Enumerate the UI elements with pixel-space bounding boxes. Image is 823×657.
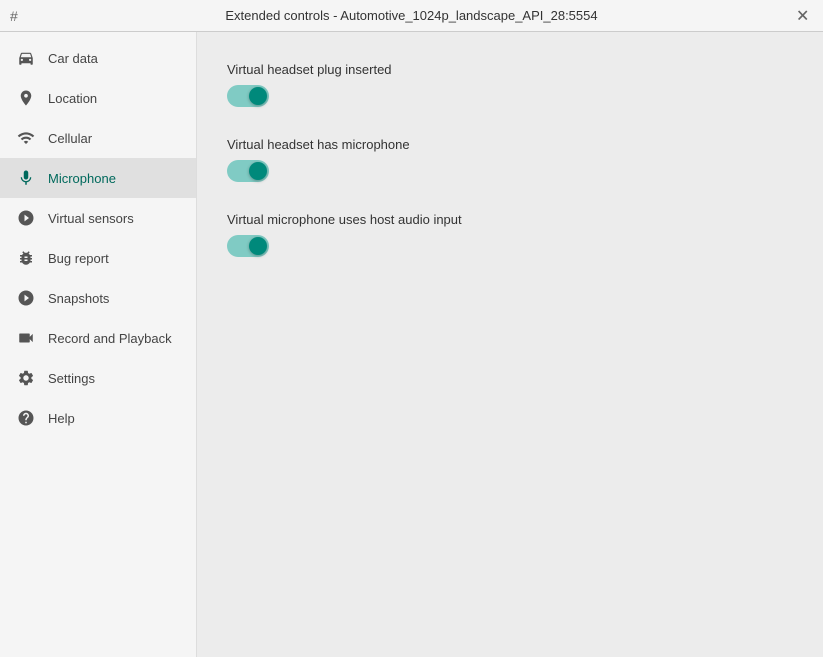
snapshots-icon (16, 288, 36, 308)
location-icon (16, 88, 36, 108)
microphone-icon (16, 168, 36, 188)
toggle-label-headset-plug: Virtual headset plug inserted (227, 62, 793, 77)
toggle-label-host-audio: Virtual microphone uses host audio input (227, 212, 793, 227)
sidebar-item-bug-report[interactable]: Bug report (0, 238, 196, 278)
toggle-switch-host-audio[interactable] (227, 235, 269, 257)
title-bar-title: Extended controls - Automotive_1024p_lan… (225, 8, 597, 23)
sidebar-label-location: Location (48, 91, 97, 106)
bug-icon (16, 248, 36, 268)
sidebar-label-help: Help (48, 411, 75, 426)
virtual-sensors-icon (16, 208, 36, 228)
sidebar-item-location[interactable]: Location (0, 78, 196, 118)
sidebar-item-record-playback[interactable]: Record and Playback (0, 318, 196, 358)
sidebar-item-car-data[interactable]: Car data (0, 38, 196, 78)
toggle-switch-headset-plug[interactable] (227, 85, 269, 107)
toggle-label-headset-mic: Virtual headset has microphone (227, 137, 793, 152)
sidebar-item-cellular[interactable]: Cellular (0, 118, 196, 158)
sidebar-label-virtual-sensors: Virtual sensors (48, 211, 134, 226)
sidebar-label-settings: Settings (48, 371, 95, 386)
settings-icon (16, 368, 36, 388)
sidebar-item-settings[interactable]: Settings (0, 358, 196, 398)
sidebar-label-cellular: Cellular (48, 131, 92, 146)
main-layout: Car data Location Cellular Microphone Virtua… (0, 32, 823, 657)
sidebar: Car data Location Cellular Microphone Virtua… (0, 32, 197, 657)
cellular-icon (16, 128, 36, 148)
content-area: Virtual headset plug inserted Virtual hea… (197, 32, 823, 657)
sidebar-label-bug-report: Bug report (48, 251, 109, 266)
sidebar-item-virtual-sensors[interactable]: Virtual sensors (0, 198, 196, 238)
help-icon (16, 408, 36, 428)
sidebar-item-microphone[interactable]: Microphone (0, 158, 196, 198)
sidebar-label-record-playback: Record and Playback (48, 331, 172, 346)
toggle-switch-headset-mic[interactable] (227, 160, 269, 182)
toggle-row-headset-plug: Virtual headset plug inserted (227, 62, 793, 107)
toggle-row-host-audio: Virtual microphone uses host audio input (227, 212, 793, 257)
sidebar-item-help[interactable]: Help (0, 398, 196, 438)
sidebar-label-snapshots: Snapshots (48, 291, 109, 306)
close-button[interactable]: 🗙 (792, 2, 813, 30)
title-bar: # Extended controls - Automotive_1024p_l… (0, 0, 823, 32)
record-icon (16, 328, 36, 348)
toggle-row-headset-mic: Virtual headset has microphone (227, 137, 793, 182)
sidebar-item-snapshots[interactable]: Snapshots (0, 278, 196, 318)
sidebar-label-microphone: Microphone (48, 171, 116, 186)
car-icon (16, 48, 36, 68)
window-icon: # (10, 8, 18, 24)
sidebar-label-car-data: Car data (48, 51, 98, 66)
